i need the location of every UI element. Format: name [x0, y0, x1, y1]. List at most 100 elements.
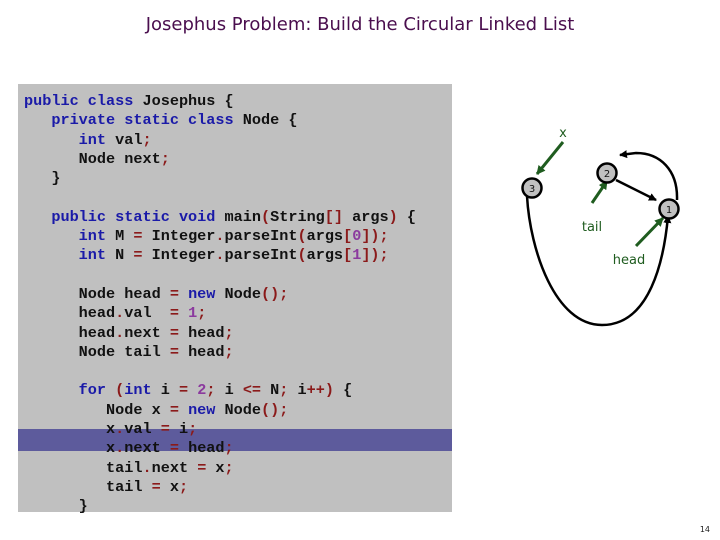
pointer-arrow-head [634, 216, 665, 248]
code-line: head.next = head; [24, 324, 416, 343]
code-token: Node [224, 284, 261, 303]
code-token: Josephus { [142, 92, 234, 110]
node-2: 2 [596, 162, 618, 184]
code-token: . [115, 323, 125, 342]
code-token: ]); [361, 246, 389, 265]
edge-2-to-1 [615, 178, 657, 202]
code-token: ; [178, 477, 189, 496]
node-1: 1 [658, 198, 680, 220]
code-token: 1 [352, 246, 362, 265]
code-token: int [24, 246, 116, 265]
code-token: i [288, 381, 307, 400]
pointer-arrow-tail [590, 180, 609, 204]
code-line: int M = Integer.parseInt(args[0]); [24, 227, 416, 246]
code-token: new [178, 284, 225, 303]
code-token: val [124, 304, 170, 323]
code-line: int N = Integer.parseInt(args[1]); [24, 246, 416, 265]
code-token: String [270, 207, 325, 226]
edge-1-to-2 [619, 150, 679, 201]
code-token: 1 [188, 304, 198, 323]
code-token: head [24, 323, 116, 342]
code-token: ; [224, 439, 234, 458]
code-token: = [151, 477, 161, 496]
code-token: . [115, 420, 125, 439]
code-token: ( [115, 381, 125, 400]
pointer-arrow-x [535, 141, 565, 175]
code-token: M [115, 227, 134, 246]
code-token: = [133, 246, 143, 265]
code-token: Node [224, 400, 261, 419]
code-token: = [133, 227, 143, 246]
code-token: . [215, 227, 225, 246]
code-line: tail = x; [24, 478, 416, 497]
code-token: . [215, 246, 225, 265]
code-token: Node { [242, 111, 298, 130]
code-token: = [197, 458, 207, 477]
code-token: parseInt [224, 246, 298, 265]
code-token: args [306, 227, 344, 246]
code-token: { [397, 207, 416, 226]
code-line: tail.next = x; [24, 459, 416, 478]
pointer-label-tail: tail [582, 220, 602, 235]
code-token: args [306, 246, 344, 265]
code-token: . [115, 439, 125, 458]
code-token: x [160, 477, 179, 496]
code-token: head [178, 342, 225, 361]
code-token: 2 [197, 381, 207, 400]
code-line: head.val = 1; [24, 304, 416, 323]
node-3-label: 3 [529, 184, 535, 195]
code-line: Node x = new Node(); [24, 401, 416, 420]
code-token: = [169, 284, 179, 303]
code-token: ; [160, 149, 170, 168]
code-line-highlighted: x.next = head; [24, 439, 416, 458]
code-block: public class Josephus { private static c… [24, 92, 416, 517]
code-token: = [169, 304, 179, 323]
code-token: ) [388, 207, 398, 226]
code-token: private static class [24, 111, 243, 130]
node-3: 3 [521, 177, 543, 199]
code-token: ; [142, 130, 152, 149]
code-token: Integer [142, 227, 216, 246]
code-token: ]); [361, 227, 389, 246]
linked-list-diagram: 3 2 1 x tail head [521, 126, 680, 327]
code-token: = [160, 420, 170, 439]
code-token: [ [343, 246, 353, 265]
code-token: i [160, 381, 179, 400]
code-token: Node next [24, 149, 161, 168]
code-token: } [24, 497, 88, 516]
edge-3-to-1 [525, 195, 672, 327]
code-token: ; [188, 420, 198, 439]
code-line: for (int i = 2; i <= N; i++) { [24, 381, 416, 400]
code-token: i [169, 420, 189, 439]
code-token: parseInt [224, 227, 298, 246]
code-token: N [115, 246, 134, 265]
code-token: x [24, 420, 116, 439]
code-line: } [24, 169, 416, 188]
page-number: 14 [699, 525, 710, 534]
code-token: [ [343, 227, 353, 246]
code-token: [] [324, 207, 344, 226]
node-1-label: 1 [666, 205, 672, 216]
code-token: for [24, 381, 116, 400]
code-token: next [124, 439, 170, 458]
code-token: val [124, 420, 161, 439]
code-token: ; [224, 458, 234, 477]
code-line: x.val = i; [24, 420, 416, 439]
code-token: public class [24, 92, 143, 110]
pointer-label-x: x [559, 126, 567, 141]
code-token: = [169, 439, 179, 458]
code-token: ; [224, 323, 234, 342]
code-line: Node head = new Node(); [24, 285, 416, 304]
code-token: Node x [24, 400, 170, 419]
code-token: public static void [24, 207, 225, 226]
code-token: ; [197, 304, 207, 323]
code-token: tail [24, 458, 143, 477]
node-2-label: 2 [604, 169, 610, 180]
code-token: ++) [306, 381, 334, 400]
code-token: N [261, 381, 280, 400]
code-line: public class Josephus { [24, 92, 416, 111]
code-line: Node next; [24, 150, 416, 169]
